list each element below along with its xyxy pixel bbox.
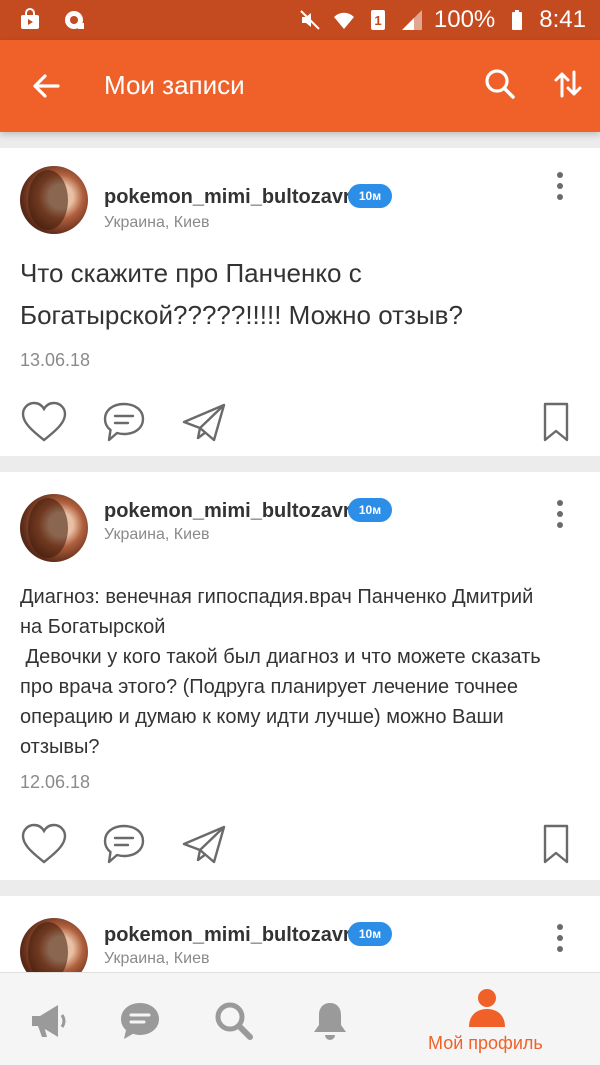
search-icon[interactable] [482,66,518,102]
chat-icon [121,1003,159,1039]
post-username[interactable]: pokemon_mimi_bultozavr [104,924,351,947]
nav-label-my-profile: Мой профиль [428,1033,543,1053]
status-bar: 1 100% 8:41 [0,0,600,40]
megaphone-icon [32,1005,66,1037]
nav-item-my-profile[interactable]: Мой профиль [410,973,580,1065]
post-username[interactable]: pokemon_mimi_bultozavr [104,500,351,523]
post-text: Диагноз: венечная гипоспадия.врач Панчен… [20,582,584,762]
post-date: 13.06.18 [20,350,91,370]
post-card: pokemon_mimi_bultozavr 10м Украина, Киев [0,896,600,972]
mute-icon [300,10,320,30]
bookmark-icon[interactable] [532,822,580,866]
sort-icon[interactable] [550,66,586,102]
post-text-line: операцию и думаю к кому идти лучше) можн… [20,706,504,728]
nav-item-notifications[interactable] [288,973,384,1065]
app-notification-icon [65,11,84,29]
post-location: Украина, Киев [104,526,210,543]
post-text: Что скажите про Панченко с Богатырской??… [20,252,584,336]
comment-icon[interactable] [100,400,148,444]
bottom-navigation: Мой профиль [0,972,600,1065]
level-badge: 10м [348,184,392,208]
post-card: pokemon_mimi_bultozavr 10м Украина, Киев… [0,472,600,880]
battery-icon [512,10,523,30]
post-location: Украина, Киев [104,950,210,967]
post-location: Украина, Киев [104,214,210,231]
post-card: pokemon_mimi_bultozavr 10м Украина, Киев… [0,148,600,456]
nav-item-messages[interactable] [96,973,192,1065]
like-heart-icon[interactable] [20,400,68,444]
more-options-icon[interactable] [550,500,570,530]
search-icon [215,1002,253,1040]
page-title: Мои записи [104,70,245,100]
post-text-line: на Богатырской [20,616,166,638]
nav-item-feed[interactable] [0,973,96,1065]
bag-notification-icon [21,8,39,29]
signal-icon [401,10,422,30]
back-arrow-icon[interactable] [28,68,64,104]
post-username[interactable]: pokemon_mimi_bultozavr [104,186,351,209]
share-paper-plane-icon[interactable] [180,400,228,444]
bell-icon [314,1003,346,1040]
post-text-line: Богатырской?????!!!!! Можно отзыв? [20,300,463,330]
post-text-line: Что скажите про Панченко с [20,258,362,288]
svg-text:1: 1 [374,13,381,28]
avatar[interactable] [20,494,88,562]
level-badge: 10м [348,498,392,522]
bookmark-icon[interactable] [532,400,580,444]
battery-percent: 100% [433,6,496,33]
post-text-line: Девочки у кого такой был диагноз и что м… [20,646,541,668]
app-bar: Мои записи [0,40,600,132]
post-text-line: отзывы? [20,736,100,758]
more-options-icon[interactable] [550,172,570,202]
more-options-icon[interactable] [550,924,570,954]
profile-icon [469,989,505,1027]
avatar[interactable] [20,166,88,234]
level-badge: 10м [348,922,392,946]
comment-icon[interactable] [100,822,148,866]
like-heart-icon[interactable] [20,822,68,866]
post-text-line: про врача этого? (Подруга планирует лече… [20,676,519,698]
avatar[interactable] [20,918,88,972]
clock: 8:41 [539,6,586,33]
post-text-line: Диагноз: венечная гипоспадия.врач Панчен… [20,586,534,608]
nav-item-search[interactable] [192,973,288,1065]
sim-icon: 1 [370,10,385,30]
share-paper-plane-icon[interactable] [180,822,228,866]
feed: pokemon_mimi_bultozavr 10м Украина, Киев… [0,132,600,972]
post-date: 12.06.18 [20,772,91,792]
wifi-icon [333,12,354,29]
